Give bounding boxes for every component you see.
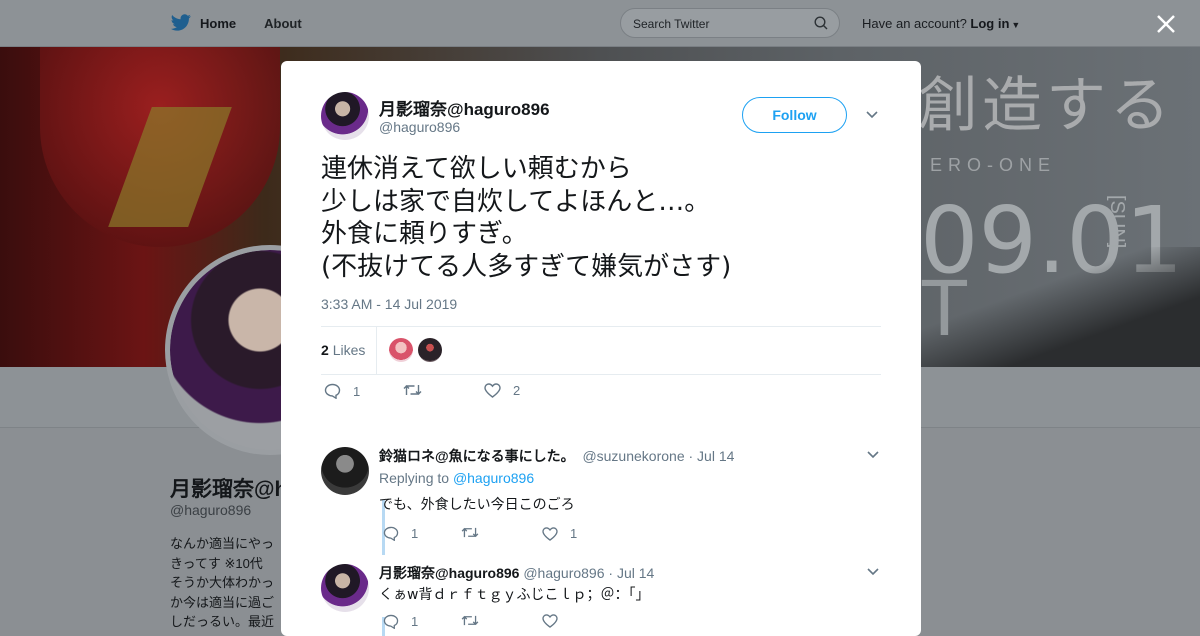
chevron-down-icon[interactable] <box>867 568 879 576</box>
retweet-icon <box>461 527 479 538</box>
reply-action[interactable]: 1 <box>324 383 360 399</box>
reply-header: 月影瑠奈@haguro896 @haguro896 · Jul 14 <box>379 563 654 583</box>
tweet-author-handle[interactable]: @haguro896 <box>379 119 460 135</box>
tweet-author-avatar[interactable] <box>321 92 369 140</box>
tweet-text-line: 連休消えて欲しい頼むから <box>321 154 632 184</box>
nav-left: Home About <box>170 0 302 46</box>
tweet-text-line: (不抜けてる人多すぎて嫌気がさす) <box>321 251 732 282</box>
search-input[interactable] <box>621 9 805 39</box>
retweet-icon <box>461 615 479 626</box>
reply-author-handle[interactable]: @suzunekorone <box>582 448 684 464</box>
likes-count: 2 <box>321 342 329 358</box>
reply-count: 1 <box>411 614 419 629</box>
liker-avatar[interactable] <box>418 338 442 362</box>
heart-icon <box>542 614 558 628</box>
profile-bio: なんか適当にやっ きってす ※10代 そうか大体わかっ か今は適当に過ご しだっ… <box>170 534 285 632</box>
reply-author-avatar[interactable] <box>321 564 369 612</box>
tweet-timestamp[interactable]: 3:33 AM - 14 Jul 2019 <box>321 296 457 312</box>
chevron-down-icon[interactable] <box>867 451 879 459</box>
reply-icon <box>383 526 399 541</box>
retweet-action[interactable] <box>461 614 491 627</box>
tweet-text-line: 外食に頼りすぎ。 <box>321 219 528 249</box>
have-account-text: Have an account? <box>862 16 967 31</box>
bio-line: そうか大体わかっ <box>170 575 275 590</box>
reply-author-name[interactable]: 鈴猫ロネ@魚になる事にした。 <box>379 448 575 464</box>
tweet-modal: 月影瑠奈@haguro896 @haguro896 Follow 連休消えて欲し… <box>281 61 921 636</box>
like-action[interactable]: 2 <box>484 383 520 398</box>
tweet-author-name[interactable]: 月影瑠奈@haguro896 <box>379 95 550 120</box>
replying-to-link[interactable]: @haguro896 <box>453 470 534 486</box>
search-icon[interactable] <box>814 16 828 30</box>
bio-line: か今は適当に過ご <box>170 594 275 610</box>
tweet-text-line: 少しは家で自炊してよほんと…。 <box>321 186 711 217</box>
like-count: 2 <box>513 383 521 398</box>
reply-actions: 1 <box>383 614 683 632</box>
reply-author-handle[interactable]: @haguro896 <box>523 565 604 581</box>
replying-to: Replying to @haguro896 <box>379 470 534 486</box>
profile-name: 月影瑠奈@h <box>170 478 288 501</box>
banner-day-text: [SUN] <box>1106 195 1128 249</box>
reply-actions: 1 1 <box>383 526 683 544</box>
retweet-action[interactable] <box>461 526 491 539</box>
retweet-icon <box>403 385 422 395</box>
close-icon[interactable] <box>1154 12 1178 36</box>
reply-icon <box>324 383 341 399</box>
replying-to-prefix: Replying to <box>379 470 450 486</box>
banner-letter-text: T <box>920 263 969 352</box>
liker-avatar[interactable] <box>389 338 413 362</box>
reply-date[interactable]: · Jul 14 <box>608 565 654 581</box>
reply-count: 1 <box>411 526 419 541</box>
bio-line: きってす ※10代 <box>170 555 263 571</box>
follow-button[interactable]: Follow <box>742 97 847 133</box>
reply-icon <box>383 614 399 629</box>
top-navigation-bar: Home About Have an account? Log in▼ <box>0 0 1200 47</box>
reply-tweet[interactable]: 鈴猫ロネ@魚になる事にした。 @suzunekorone · Jul 14 Re… <box>321 442 881 555</box>
reply-text: でも、外食したい今日このごろ <box>379 497 575 513</box>
reply-author-avatar[interactable] <box>321 447 369 495</box>
like-action[interactable] <box>542 614 570 628</box>
reply-tweet[interactable]: 月影瑠奈@haguro896 @haguro896 · Jul 14 くぁw背ｄ… <box>321 559 881 636</box>
heart-icon <box>542 526 558 541</box>
like-action[interactable]: 1 <box>542 526 577 541</box>
reply-count: 1 <box>353 383 361 399</box>
tweet-stats: 2 Likes <box>321 326 881 375</box>
nav-home-link[interactable]: Home <box>200 16 236 31</box>
reply-action[interactable]: 1 <box>383 526 418 541</box>
reply-author-name[interactable]: 月影瑠奈@haguro896 <box>379 565 519 581</box>
tweet-text: 連休消えて欲しい頼むから 少しは家で自炊してよほんと…。 外食に頼りすぎ。 (不… <box>321 153 881 283</box>
search-box <box>620 8 840 39</box>
profile-handle: @haguro896 <box>170 502 252 518</box>
banner-title-text: 創造する <box>918 71 1174 141</box>
login-dropdown-icon[interactable]: ▼ <box>1011 20 1020 30</box>
stats-divider <box>376 327 377 374</box>
account-area: Have an account? Log in ▼ <box>862 16 1020 31</box>
reply-header: 鈴猫ロネ@魚になる事にした。 @suzunekorone · Jul 14 <box>379 446 734 466</box>
bio-line: しだっるい。最近 <box>170 614 275 629</box>
heart-icon <box>484 383 501 398</box>
twitter-bird-icon[interactable] <box>170 14 192 32</box>
nav-about-link[interactable]: About <box>264 16 302 31</box>
likes-stat[interactable]: 2 Likes <box>321 342 365 358</box>
reply-date[interactable]: · Jul 14 <box>689 448 735 464</box>
banner-subtitle-text: ERO-ONE <box>930 155 1057 175</box>
retweet-action[interactable] <box>403 383 434 397</box>
login-link[interactable]: Log in <box>970 16 1009 31</box>
likes-label: Likes <box>332 342 366 358</box>
chevron-down-icon[interactable] <box>866 111 878 119</box>
reply-action[interactable]: 1 <box>383 614 418 629</box>
like-count: 1 <box>570 526 578 541</box>
bio-line: なんか適当にやっ <box>170 536 275 551</box>
tweet-actions: 1 2 <box>321 383 881 407</box>
reply-text: くぁw背ｄｒｆｔｇｙふじこｌｐ；＠：「」 <box>379 587 650 603</box>
